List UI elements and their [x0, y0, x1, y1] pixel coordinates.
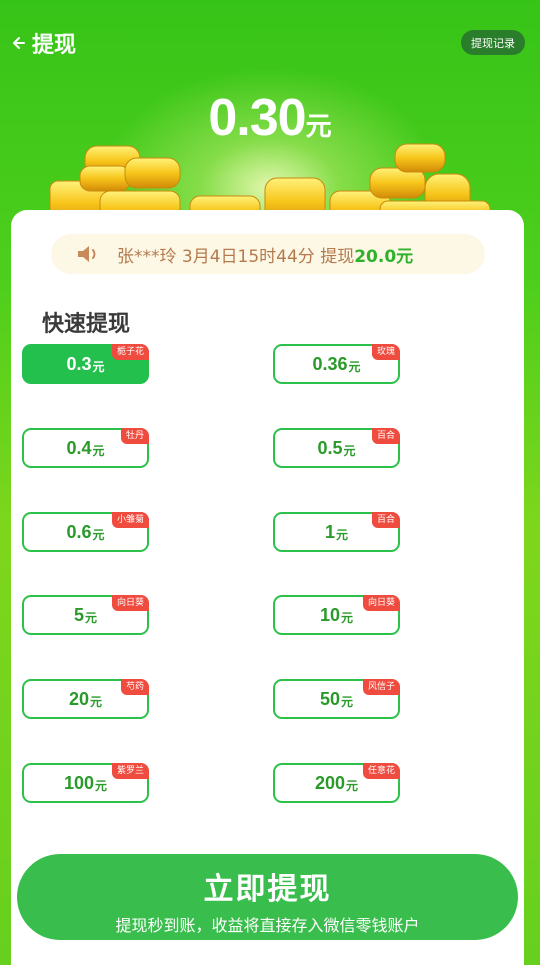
amount-option-50[interactable]: 50 元 风信子: [273, 679, 400, 719]
amount-option-0-6[interactable]: 0.6 元 小雏菊: [22, 512, 149, 552]
option-unit: 元: [92, 444, 105, 458]
option-tag: 向日葵: [111, 595, 149, 611]
notice-text: 张***玲 3月4日15时44分 提现20.0元: [117, 242, 413, 267]
amount-option-0-36[interactable]: 0.36 元 玫瑰: [273, 344, 400, 384]
amount-option-5[interactable]: 5元 向日葵: [22, 595, 149, 635]
amount-option-100[interactable]: 100 元 紫罗兰: [22, 763, 149, 803]
amount-option-1[interactable]: 1元 百合: [273, 512, 400, 552]
option-tag: 向日葵: [362, 595, 400, 611]
option-tag: 百合: [371, 512, 400, 528]
page-title: 提现: [32, 33, 77, 58]
option-value: 10: [319, 604, 340, 625]
option-value: 1: [324, 521, 335, 542]
option-unit: 元: [336, 528, 349, 542]
option-value: 0.36: [312, 353, 348, 374]
arrow-left-icon: [13, 37, 25, 49]
option-unit: 元: [341, 695, 354, 709]
back-button[interactable]: 提现: [10, 28, 80, 58]
amount-option-0-3[interactable]: 0.3 元 栀子花: [22, 344, 149, 384]
amount-option-10[interactable]: 10 元 向日葵: [273, 595, 400, 635]
option-value: 0.5: [317, 437, 343, 458]
speaker-icon: [78, 246, 96, 262]
option-unit: 元: [346, 779, 359, 793]
withdraw-notice-bar: 张***玲 3月4日15时44分 提现20.0元: [51, 234, 485, 274]
option-unit: 元: [343, 444, 356, 458]
option-unit: 元: [90, 695, 103, 709]
option-tag: 牡丹: [120, 428, 149, 444]
option-unit: 元: [85, 611, 98, 625]
amount-option-20[interactable]: 20 元 芍药: [22, 679, 149, 719]
withdraw-now-subtitle: 提现秒到账，收益将直接存入微信零钱账户: [115, 916, 420, 935]
option-value: 20: [68, 688, 89, 709]
withdraw-card: 张***玲 3月4日15时44分 提现20.0元 快速提现 0.3 元 栀子花 0…: [11, 210, 524, 965]
option-value: 0.6: [66, 521, 92, 542]
quick-withdraw-title: 快速提现: [42, 312, 131, 337]
option-value: 50: [319, 688, 340, 709]
option-tag: 小雏菊: [111, 512, 149, 528]
withdraw-now-button[interactable]: 立即提现 提现秒到账，收益将直接存入微信零钱账户: [17, 854, 518, 940]
option-tag: 紫罗兰: [111, 763, 149, 779]
header: 提现 提现记录: [0, 22, 540, 62]
option-value: 5: [73, 604, 84, 625]
option-tag: 芍药: [120, 679, 149, 695]
option-unit: 元: [92, 528, 105, 542]
withdraw-record-button[interactable]: 提现记录: [461, 30, 525, 55]
option-unit: 元: [95, 779, 108, 793]
option-tag: 玫瑰: [371, 344, 400, 360]
option-tag: 风信子: [362, 679, 400, 695]
amount-option-0-4[interactable]: 0.4 元 牡丹: [22, 428, 149, 468]
notice-amount: 20.0元: [354, 246, 414, 267]
option-unit: 元: [348, 360, 361, 374]
amount-option-0-5[interactable]: 0.5 元 百合: [273, 428, 400, 468]
option-unit: 元: [341, 611, 354, 625]
notice-message: 张***玲 3月4日15时44分 提现: [117, 246, 355, 267]
option-value: 200: [314, 772, 346, 793]
amount-option-200[interactable]: 200 元 任意花: [273, 763, 400, 803]
option-tag: 百合: [371, 428, 400, 444]
option-unit: 元: [92, 360, 105, 374]
option-tag: 栀子花: [111, 344, 149, 360]
option-value: 100: [63, 772, 95, 793]
option-value: 0.3: [66, 353, 92, 374]
option-tag: 任意花: [362, 763, 400, 779]
withdraw-now-label: 立即提现: [203, 872, 332, 907]
option-value: 0.4: [66, 437, 92, 458]
